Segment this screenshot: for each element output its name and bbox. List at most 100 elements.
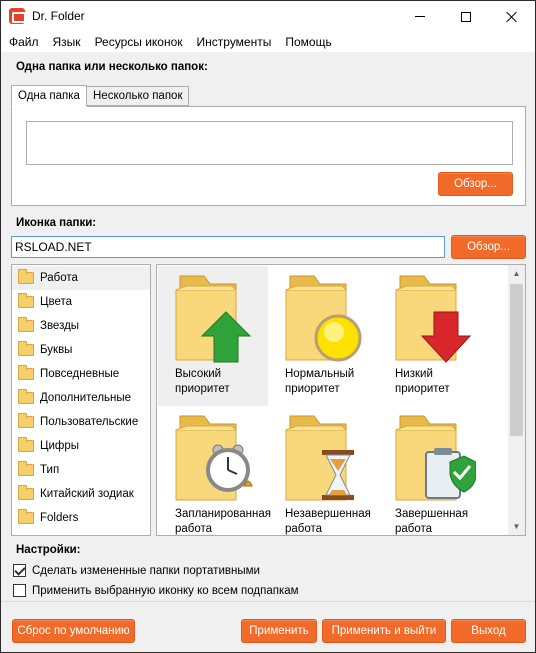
folder-icon (18, 509, 34, 524)
folder-red-down-arrow-icon (395, 275, 472, 363)
icon-tile-unfinished-work[interactable]: Незавершенная работа (268, 406, 378, 535)
icon-label-line1: Завершенная (395, 508, 469, 520)
icon-label-line1: Низкий (395, 368, 433, 380)
icon-label-line2: приоритет (285, 383, 340, 395)
apply-subfolders-option[interactable]: Применить выбранную иконку ко всем подпа… (13, 584, 299, 597)
footer-divider (1, 601, 535, 602)
category-item-chinese-zodiac[interactable]: Китайский зодиак (12, 482, 150, 506)
tab-panel-single-folder: Обзор... (11, 106, 526, 206)
settings-label: Настройки: (16, 544, 81, 556)
folder-icon (18, 389, 34, 404)
icon-section-label: Иконка папки: (16, 217, 97, 229)
icon-label: Незавершенная работа (285, 507, 377, 535)
category-item-stars[interactable]: Звезды (12, 314, 150, 338)
category-label: Работа (40, 272, 78, 284)
category-label: Буквы (40, 344, 73, 356)
category-label: Дополнительные (40, 392, 132, 404)
category-item-folders[interactable]: Folders (12, 506, 150, 530)
icon-label-line2: работа (175, 523, 213, 535)
apply-subfolders-checkbox[interactable] (13, 584, 26, 597)
category-item-additional[interactable]: Дополнительные (12, 386, 150, 410)
close-button[interactable] (489, 1, 535, 32)
title-bar: Dr. Folder (1, 1, 535, 32)
folder-section-label: Одна папка или несколько папок: (16, 61, 208, 73)
category-label: Folders (40, 512, 79, 524)
folder-icon (18, 437, 34, 452)
icon-grid-scrollbar[interactable]: ▲ ▼ (508, 265, 525, 535)
icon-label-line2: приоритет (175, 383, 230, 395)
minimize-icon (415, 16, 425, 17)
icon-label-line1: Запланированная (175, 508, 271, 520)
icon-label-line1: Нормальный (285, 368, 355, 380)
category-item-custom[interactable]: Пользовательские (12, 410, 150, 434)
icon-tile-high-priority[interactable]: Высокий приоритет (158, 266, 268, 406)
icon-label-line2: работа (395, 523, 433, 535)
menu-language[interactable]: Язык (46, 32, 88, 52)
category-item-type[interactable]: Тип (12, 458, 150, 482)
apply-button[interactable]: Применить (241, 619, 317, 643)
apply-subfolders-label: Применить выбранную иконку ко всем подпа… (32, 584, 299, 597)
scroll-down-arrow-icon[interactable]: ▼ (508, 518, 525, 535)
icon-tile-completed-work[interactable]: Завершенная работа (378, 406, 488, 535)
icon-tile-scheduled-work[interactable]: Запланированная работа (158, 406, 271, 535)
portable-label: Сделать измененные папки портативными (32, 564, 260, 577)
scroll-up-arrow-icon[interactable]: ▲ (508, 265, 525, 282)
main-content: Одна папка или несколько папок: Одна пап… (1, 52, 535, 652)
folder-icon (18, 293, 34, 308)
folder-icon (18, 269, 34, 284)
icon-label: Запланированная работа (175, 507, 271, 535)
icon-browse-button[interactable]: Обзор... (451, 235, 526, 259)
icon-label: Высокий приоритет (175, 367, 267, 397)
icon-tile-normal-priority[interactable]: Нормальный приоритет (268, 266, 378, 406)
icon-label: Низкий приоритет (395, 367, 487, 397)
reset-default-button[interactable]: Сброс по умолчанию (12, 619, 135, 643)
category-label: Тип (40, 464, 60, 476)
tab-multiple-folders[interactable]: Несколько папок (86, 86, 190, 106)
folder-yellow-circle-icon (285, 275, 362, 362)
category-item-colors[interactable]: Цвета (12, 290, 150, 314)
window-title: Dr. Folder (32, 9, 85, 23)
icon-label-line2: работа (285, 523, 323, 535)
icon-label-line2: приоритет (395, 383, 450, 395)
scrollbar-thumb[interactable] (510, 284, 523, 436)
icon-label: Завершенная работа (395, 507, 487, 535)
category-item-everyday[interactable]: Повседневные (12, 362, 150, 386)
folder-green-up-arrow-icon (175, 275, 252, 363)
folder-icon (18, 485, 34, 500)
folder-path-field[interactable] (26, 121, 513, 165)
maximize-button[interactable] (443, 1, 489, 32)
tab-single-folder[interactable]: Одна папка (11, 85, 87, 107)
folder-icon (18, 413, 34, 428)
category-label: Звезды (40, 320, 80, 332)
menu-bar: Файл Язык Ресурсы иконок Инструменты Пом… (1, 32, 535, 52)
category-label: Пользовательские (40, 416, 139, 428)
exit-button[interactable]: Выход (451, 619, 526, 643)
menu-icon-resources[interactable]: Ресурсы иконок (88, 32, 190, 52)
folder-icon (18, 341, 34, 356)
category-label: Цифры (40, 440, 80, 452)
folder-hourglass-icon (285, 415, 354, 501)
category-item-letters[interactable]: Буквы (12, 338, 150, 362)
main-window: Dr. Folder Файл Язык Ресурсы иконок Инст… (0, 0, 536, 653)
icon-path-input[interactable]: RSLOAD.NET (11, 236, 445, 258)
portable-checkbox[interactable] (13, 564, 26, 577)
category-label: Цвета (40, 296, 73, 308)
folder-browse-button[interactable]: Обзор... (438, 172, 513, 196)
category-item-digits[interactable]: Цифры (12, 434, 150, 458)
category-label: Китайский зодиак (40, 488, 134, 500)
icon-tile-low-priority[interactable]: Низкий приоритет (378, 266, 488, 406)
menu-help[interactable]: Помощь (278, 32, 338, 52)
folder-icon (18, 317, 34, 332)
maximize-icon (461, 11, 471, 22)
folder-icon (18, 365, 34, 380)
category-item-work[interactable]: Работа (12, 266, 150, 290)
folder-alarm-clock-icon (175, 415, 253, 501)
menu-file[interactable]: Файл (1, 32, 46, 52)
minimize-button[interactable] (397, 1, 443, 32)
folder-clipboard-check-icon (395, 415, 476, 501)
close-icon (506, 11, 518, 23)
menu-tools[interactable]: Инструменты (190, 32, 279, 52)
portable-option[interactable]: Сделать измененные папки портативными (13, 564, 260, 577)
apply-and-exit-button[interactable]: Применить и выйти (322, 619, 446, 643)
category-label: Повседневные (40, 368, 120, 380)
